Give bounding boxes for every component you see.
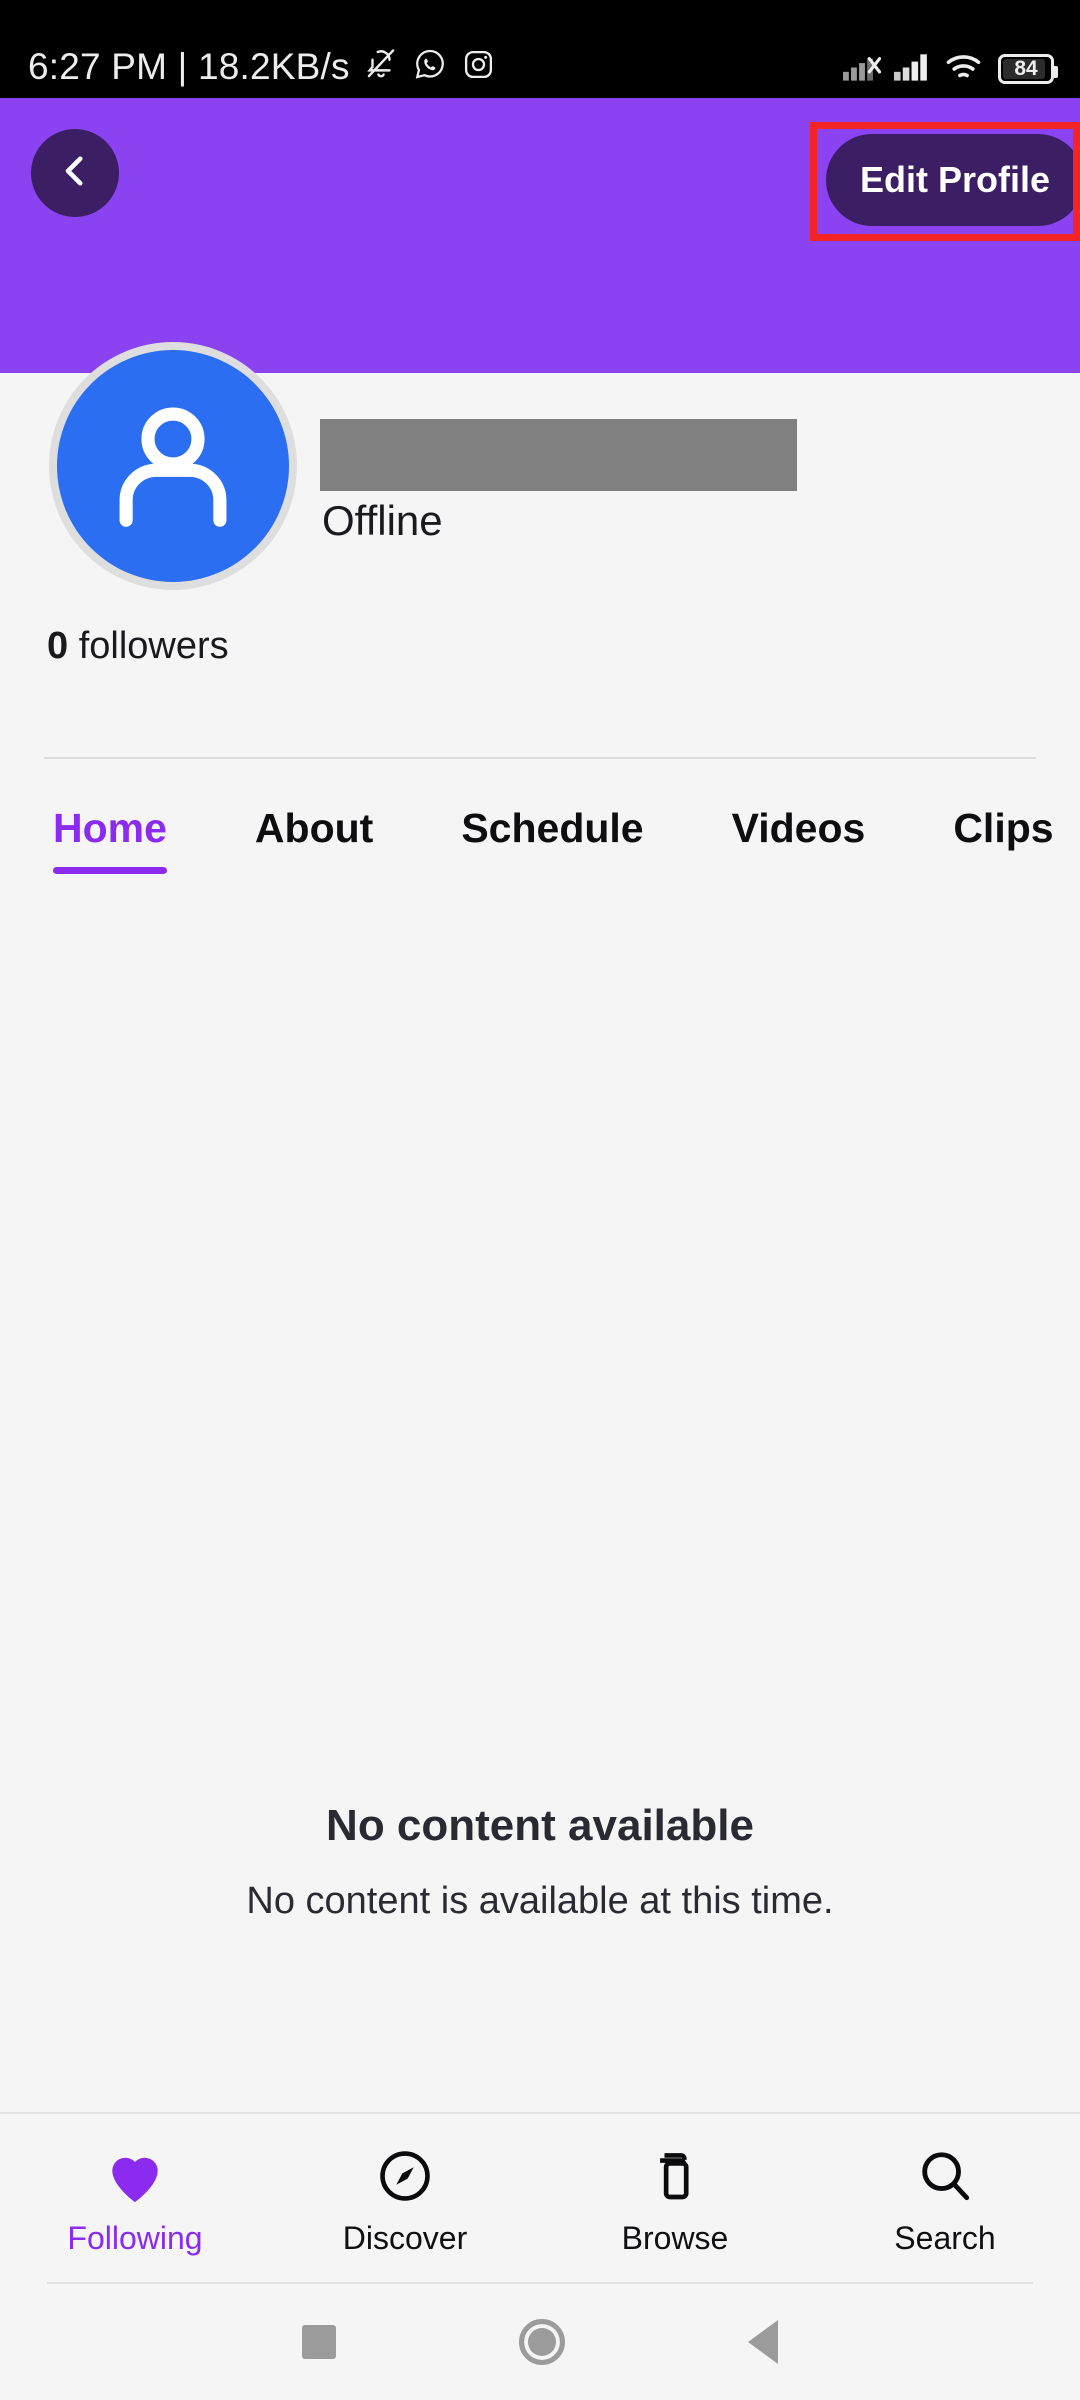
edit-profile-button[interactable]: Edit Profile xyxy=(826,134,1080,226)
battery-level-label: 84 xyxy=(1014,57,1038,80)
tab-schedule-label: Schedule xyxy=(461,805,644,851)
edit-profile-button-wrap: Edit Profile xyxy=(826,134,1080,226)
magnifier-icon xyxy=(916,2143,974,2205)
status-bar-left: 6:27 PM | 18.2KB/s xyxy=(28,47,495,86)
divider xyxy=(44,757,1036,759)
empty-state-title: No content available xyxy=(326,1801,754,1850)
nav-item-browse[interactable]: Browse xyxy=(540,2143,810,2254)
copy-icon xyxy=(647,2143,703,2205)
heart-icon xyxy=(106,2143,164,2205)
status-bar-notification-icons xyxy=(364,47,495,86)
battery-icon: 84 xyxy=(998,53,1058,84)
compass-icon xyxy=(376,2143,434,2205)
nav-item-browse-label: Browse xyxy=(621,2219,729,2256)
person-avatar-icon xyxy=(98,389,248,544)
tab-videos[interactable]: Videos xyxy=(732,795,866,874)
nav-item-search-label: Search xyxy=(894,2219,996,2256)
back-button[interactable] xyxy=(31,129,119,217)
chevron-left-icon xyxy=(54,150,96,197)
triangle-left-icon[interactable] xyxy=(748,2320,779,2364)
tab-home[interactable]: Home xyxy=(53,795,167,874)
followers-number: 0 xyxy=(47,625,69,667)
square-icon[interactable] xyxy=(301,2325,336,2359)
instagram-icon xyxy=(462,48,495,86)
status-bar: 6:27 PM | 18.2KB/s 84 xyxy=(0,0,1080,98)
nav-item-search[interactable]: Search xyxy=(810,2143,1080,2254)
status-bar-right: 84 xyxy=(843,51,1058,86)
followers-count: 0 followers xyxy=(47,627,229,665)
nav-item-discover[interactable]: Discover xyxy=(270,2143,540,2254)
status-badge: Offline xyxy=(322,497,443,544)
signal-bars-icon xyxy=(894,51,932,86)
tab-home-label: Home xyxy=(53,805,167,851)
empty-state-subtitle: No content is available at this time. xyxy=(246,1879,834,1922)
tab-clips[interactable]: Clips xyxy=(953,795,1053,874)
whatsapp-icon xyxy=(413,47,447,86)
signal-no-service-icon xyxy=(843,51,882,86)
avatar[interactable] xyxy=(49,342,297,590)
tab-clips-label: Clips xyxy=(953,805,1054,851)
tab-videos-label: Videos xyxy=(731,805,866,851)
tab-about[interactable]: About xyxy=(255,795,373,874)
bottom-navigation: Following Discover Browse Search xyxy=(0,2112,1080,2282)
followers-label: followers xyxy=(78,625,229,667)
tab-active-underline xyxy=(53,867,167,874)
display-name-redacted xyxy=(320,419,797,491)
tab-schedule[interactable]: Schedule xyxy=(461,795,643,874)
empty-state: No content available No content is avail… xyxy=(0,1800,1080,1924)
nav-item-following-label: Following xyxy=(67,2219,203,2256)
nav-item-discover-label: Discover xyxy=(342,2219,468,2256)
status-bar-clock: 6:27 PM | 18.2KB/s xyxy=(28,46,350,87)
circle-icon[interactable] xyxy=(518,2319,565,2365)
profile-header-banner: Edit Profile xyxy=(0,98,1080,373)
phone-screen: 6:27 PM | 18.2KB/s 84 Edit Profile Offli… xyxy=(0,0,1080,2400)
android-system-nav xyxy=(0,2284,1080,2400)
profile-tabs: Home About Schedule Videos Clips xyxy=(0,795,1080,905)
tab-about-label: About xyxy=(254,805,374,851)
wifi-icon xyxy=(945,51,985,86)
bell-muted-icon xyxy=(364,47,398,86)
nav-item-following[interactable]: Following xyxy=(0,2143,270,2254)
avatar-circle xyxy=(57,350,289,582)
